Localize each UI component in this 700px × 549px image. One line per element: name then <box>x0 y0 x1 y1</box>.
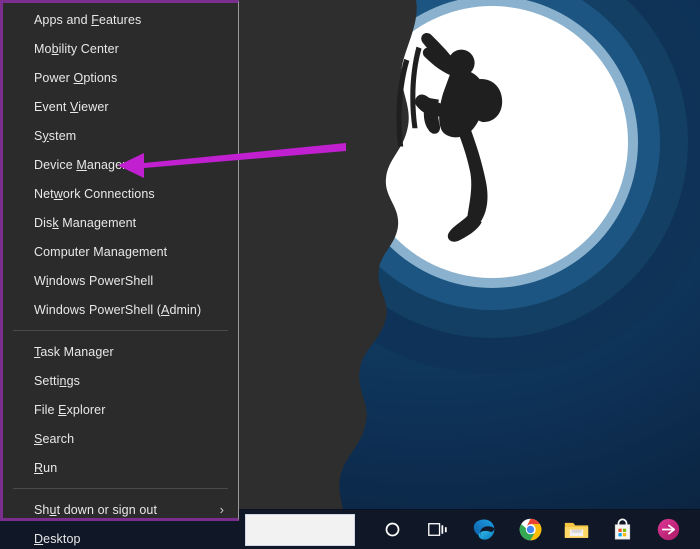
menu-item-search[interactable]: Search <box>3 424 238 453</box>
menu-item-desktop[interactable]: Desktop <box>3 524 238 549</box>
menu-item-settings[interactable]: Settings <box>3 366 238 395</box>
menu-item-power-options[interactable]: Power Options <box>3 63 238 92</box>
menu-item-label: Settings <box>34 373 80 388</box>
menu-separator <box>13 488 228 489</box>
menu-item-device-manager[interactable]: Device Manager <box>3 150 238 179</box>
menu-item-computer-management[interactable]: Computer Management <box>3 237 238 266</box>
google-chrome-icon[interactable] <box>507 510 553 549</box>
menu-item-label: Task Manager <box>34 344 114 359</box>
file-explorer-icon[interactable] <box>553 510 599 549</box>
menu-item-label: Run <box>34 460 58 475</box>
menu-item-label: Device Manager <box>34 157 127 172</box>
menu-separator <box>13 330 228 331</box>
menu-item-apps-and-features[interactable]: Apps and Features <box>3 5 238 34</box>
menu-item-event-viewer[interactable]: Event Viewer <box>3 92 238 121</box>
menu-item-mobility-center[interactable]: Mobility Center <box>3 34 238 63</box>
menu-item-label: Search <box>34 431 75 446</box>
menu-item-label: Windows PowerShell <box>34 273 154 288</box>
microsoft-edge-icon[interactable] <box>461 510 507 549</box>
menu-item-label: Disk Management <box>34 215 137 230</box>
menu-item-label: Windows PowerShell (Admin) <box>34 302 202 317</box>
menu-item-label: Computer Management <box>34 244 168 259</box>
taskbar-icon-strip <box>369 510 691 549</box>
microsoft-store-icon[interactable] <box>599 510 645 549</box>
send-app-icon[interactable] <box>645 510 691 549</box>
task-view-icon[interactable] <box>415 510 461 549</box>
cortana-icon[interactable] <box>369 510 415 549</box>
menu-item-system[interactable]: System <box>3 121 238 150</box>
menu-item-network-connections[interactable]: Network Connections <box>3 179 238 208</box>
menu-item-file-explorer[interactable]: File Explorer <box>3 395 238 424</box>
menu-item-shut-down-or-sign-out[interactable]: Shut down or sign out › <box>3 495 238 524</box>
menu-item-label: Event Viewer <box>34 99 109 114</box>
power-user-menu[interactable]: Apps and Features Mobility Center Power Op… <box>0 0 239 546</box>
menu-item-windows-powershell[interactable]: Windows PowerShell <box>3 266 238 295</box>
menu-item-label: Network Connections <box>34 186 155 201</box>
menu-item-disk-management[interactable]: Disk Management <box>3 208 238 237</box>
menu-item-task-manager[interactable]: Task Manager <box>3 337 238 366</box>
menu-item-label: File Explorer <box>34 402 106 417</box>
menu-item-label: Shut down or sign out <box>34 502 158 517</box>
menu-item-label: System <box>34 128 77 143</box>
power-user-menu-list: Apps and Features Mobility Center Power Op… <box>3 5 238 549</box>
menu-item-run[interactable]: Run <box>3 453 238 482</box>
chevron-right-icon: › <box>219 502 224 517</box>
menu-item-label: Mobility Center <box>34 41 119 56</box>
menu-item-label: Apps and Features <box>34 12 142 27</box>
menu-item-windows-powershell-admin[interactable]: Windows PowerShell (Admin) <box>3 295 238 324</box>
menu-item-label: Desktop <box>34 531 81 546</box>
menu-item-label: Power Options <box>34 70 118 85</box>
search-input[interactable] <box>245 513 355 546</box>
